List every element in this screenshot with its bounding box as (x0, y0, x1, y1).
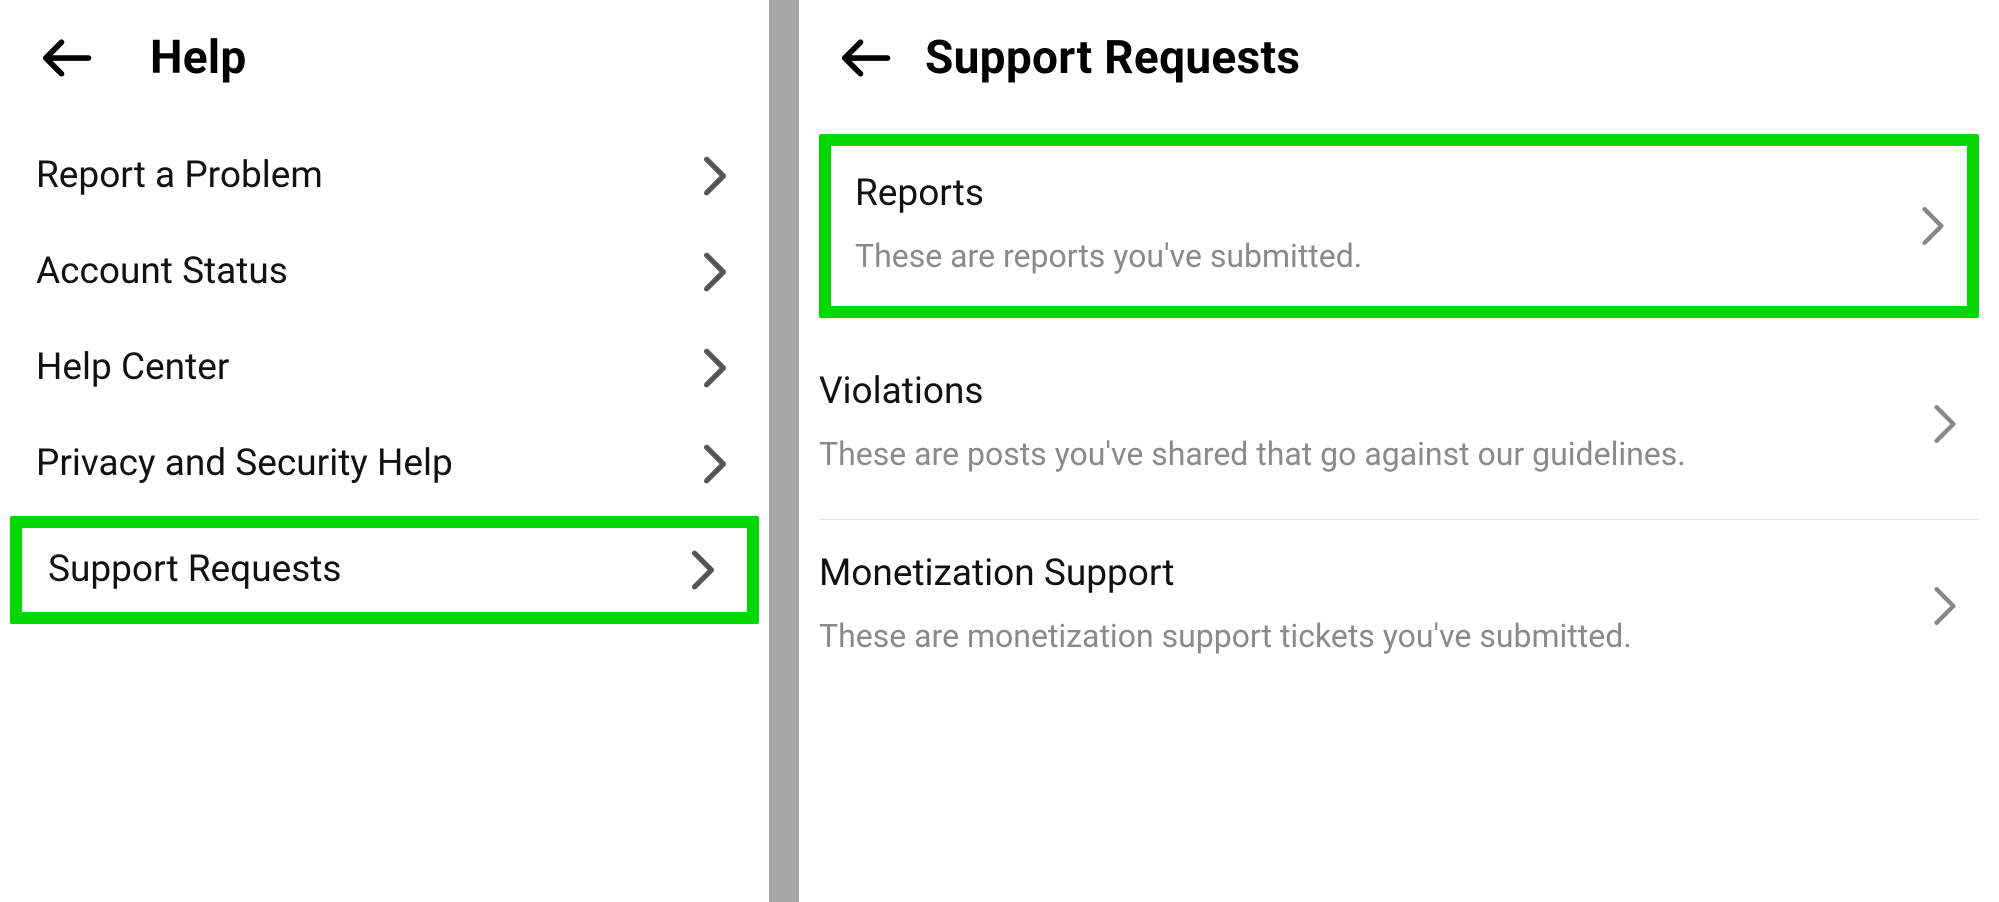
support-requests-header: Support Requests (819, 0, 1979, 128)
support-item-title: Violations (819, 368, 1686, 416)
help-item-label: Account Status (36, 248, 288, 296)
help-item-support-requests[interactable]: Support Requests (22, 528, 747, 612)
chevron-right-icon (1911, 403, 1959, 445)
help-item-account-status[interactable]: Account Status (0, 224, 769, 320)
chevron-right-icon (681, 347, 729, 389)
help-item-label: Report a Problem (36, 152, 323, 200)
back-button[interactable] (835, 28, 895, 88)
help-item-label: Support Requests (48, 546, 342, 594)
help-header: Help (0, 0, 769, 128)
support-item-title: Monetization Support (819, 550, 1632, 598)
chevron-right-icon (681, 155, 729, 197)
support-item-subtitle: These are monetization support tickets y… (819, 612, 1632, 662)
help-item-privacy-security[interactable]: Privacy and Security Help (0, 416, 769, 512)
chevron-right-icon (1911, 585, 1959, 627)
help-item-help-center[interactable]: Help Center (0, 320, 769, 416)
arrow-left-icon (838, 31, 892, 85)
support-item-subtitle: These are posts you've shared that go ag… (819, 430, 1686, 480)
help-screen: Help Report a Problem Account Status Hel… (0, 0, 769, 902)
help-item-label: Help Center (36, 344, 229, 392)
support-requests-screen: Support Requests Reports These are repor… (799, 0, 1999, 902)
panel-divider (769, 0, 799, 902)
highlight-reports: Reports These are reports you've submitt… (819, 134, 1979, 318)
chevron-right-icon (681, 251, 729, 293)
help-item-report-problem[interactable]: Report a Problem (0, 128, 769, 224)
support-item-subtitle: These are reports you've submitted. (855, 232, 1362, 282)
support-item-violations[interactable]: Violations These are posts you've shared… (819, 338, 1979, 521)
chevron-right-icon (669, 549, 717, 591)
support-item-monetization[interactable]: Monetization Support These are monetizat… (819, 520, 1979, 702)
help-item-label: Privacy and Security Help (36, 440, 453, 488)
support-item-reports[interactable]: Reports These are reports you've submitt… (831, 146, 1967, 306)
chevron-right-icon (1899, 205, 1947, 247)
highlight-support-requests: Support Requests (10, 516, 759, 624)
arrow-left-icon (39, 31, 93, 85)
page-title: Help (150, 31, 247, 85)
page-title: Support Requests (925, 31, 1300, 85)
support-item-title: Reports (855, 170, 1362, 218)
back-button[interactable] (36, 28, 96, 88)
chevron-right-icon (681, 443, 729, 485)
